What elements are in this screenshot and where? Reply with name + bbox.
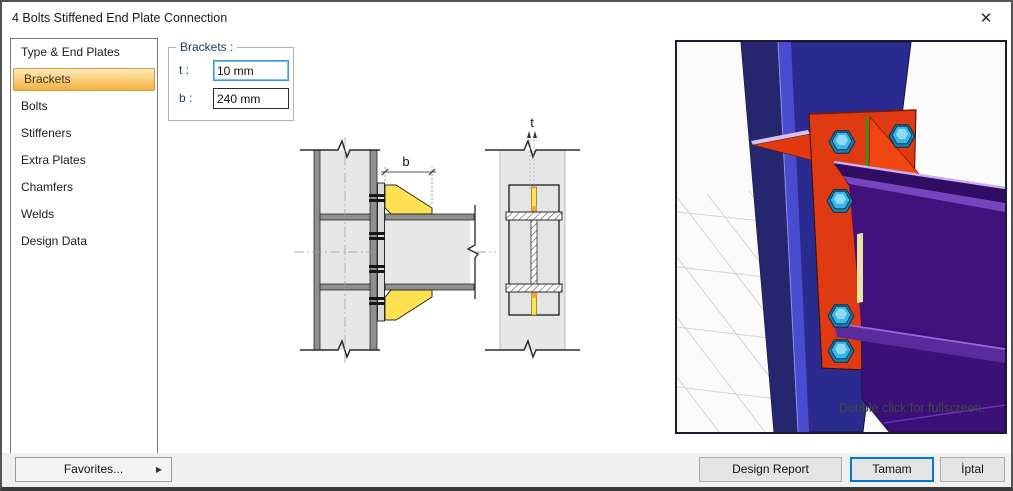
close-icon[interactable]: ✕ [975, 8, 997, 30]
dialog-title: 4 Bolts Stiffened End Plate Connection [12, 2, 227, 34]
design-report-button[interactable]: Design Report [699, 457, 842, 482]
beam-web [385, 220, 470, 284]
render-3d [677, 42, 1005, 432]
beam-flange-bottom [385, 284, 474, 290]
sidebar-item-bolts[interactable]: Bolts [11, 93, 157, 120]
sidebar-item-design-data[interactable]: Design Data [11, 228, 157, 255]
weld-mark-top [532, 206, 537, 212]
cancel-button[interactable]: İptal [940, 457, 1005, 482]
title-bar: 4 Bolts Stiffened End Plate Connection ✕ [2, 2, 1011, 34]
dim-b-label: b [402, 154, 409, 169]
bracket-top [385, 185, 432, 214]
ok-button[interactable]: Tamam [850, 457, 934, 482]
bracket-bottom [385, 290, 432, 320]
favorites-arrow-icon: ▶ [156, 458, 162, 481]
fullscreen-hint: Double click for fullscreen. [839, 401, 985, 415]
sidebar-item-brackets[interactable]: Brackets [13, 68, 155, 91]
sidebar-item-extra-plates[interactable]: Extra Plates [11, 147, 157, 174]
plate-edge-sliver [857, 233, 863, 303]
beam-flange-bottom-section [506, 284, 562, 292]
favorites-label: Favorites... [64, 462, 123, 476]
column-flange-right [370, 150, 377, 350]
connection-dialog: 4 Bolts Stiffened End Plate Connection ✕… [0, 0, 1013, 491]
favorites-button[interactable]: Favorites... ▶ [15, 457, 172, 482]
t-label: t : [179, 63, 189, 77]
section-view: t [478, 115, 580, 357]
beam-web-section [531, 220, 537, 284]
beam-flange-top-section [506, 212, 562, 220]
sidebar-item-type-end-plates[interactable]: Type & End Plates [11, 39, 157, 66]
b-input[interactable] [213, 88, 289, 109]
sidebar-item-chamfers[interactable]: Chamfers [11, 174, 157, 201]
footer-bar: Favorites... ▶ Design Report Tamam İptal [2, 453, 1011, 487]
dim-t-label: t [530, 115, 534, 130]
sidebar-item-welds[interactable]: Welds [11, 201, 157, 228]
beam-flange-top [385, 214, 474, 220]
viewer-3d[interactable]: Double click for fullscreen. [675, 40, 1007, 434]
b-label: b : [179, 91, 192, 105]
sidebar-item-stiffeners[interactable]: Stiffeners [11, 120, 157, 147]
brackets-groupbox: Brackets : t : b : [168, 47, 294, 121]
category-list: Type & End Plates Brackets Bolts Stiffen… [10, 38, 158, 455]
groupbox-legend: Brackets : [176, 40, 237, 54]
connection-2d-drawing: b t [292, 107, 622, 382]
weld-mark-bottom [532, 292, 537, 298]
end-plate [378, 183, 385, 321]
section-top-break [485, 141, 580, 157]
column-flange-left [314, 150, 320, 350]
elevation-view: b [294, 137, 484, 363]
t-input[interactable] [213, 60, 289, 81]
